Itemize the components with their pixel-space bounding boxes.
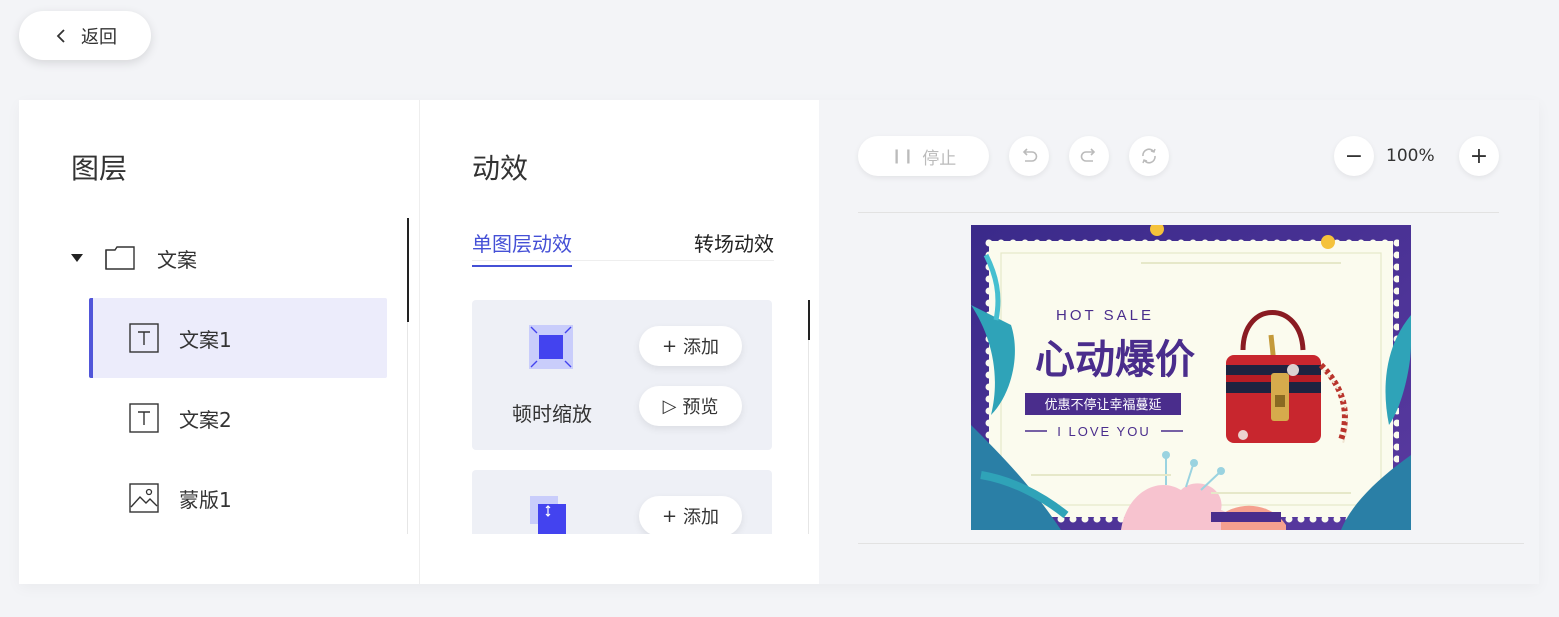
banner-canvas: HOT SALE 心动爆价 优惠不停让幸福蔓延 I LOVE YOU xyxy=(971,225,1411,530)
pause-icon: ❙❙ xyxy=(890,148,915,164)
redo-button[interactable] xyxy=(1069,136,1109,176)
effects-list: 顿时缩放 + 添加 ▷ 预览 + 添加 xyxy=(472,300,772,534)
undo-icon xyxy=(1022,148,1038,162)
zoom-out-button[interactable]: − xyxy=(1334,136,1374,176)
add-label: 添加 xyxy=(683,337,720,358)
caret-down-icon[interactable] xyxy=(71,254,83,262)
layer-folder[interactable]: 文案 xyxy=(71,238,197,278)
effects-title: 动效 xyxy=(472,152,529,185)
tab-transition[interactable]: 转场动效 xyxy=(694,228,774,265)
plus-icon: + xyxy=(661,505,678,527)
folder-icon xyxy=(105,246,135,270)
zoom-level: 100% xyxy=(1386,146,1435,166)
back-label: 返回 xyxy=(81,26,117,48)
play-icon: ▷ xyxy=(662,395,677,417)
minus-icon: − xyxy=(1344,143,1364,169)
preview-panel: ❙❙ 停止 − 100% + HOT SALE 心动爆价 优惠不停让幸福蔓延 I… xyxy=(819,100,1539,584)
effect-card: + 添加 xyxy=(472,470,772,534)
stop-label: 停止 xyxy=(922,148,957,169)
image-icon xyxy=(129,483,159,513)
bottom-divider xyxy=(858,543,1524,544)
layers-scrollbar[interactable] xyxy=(407,218,409,322)
banner-image: HOT SALE 心动爆价 优惠不停让幸福蔓延 I LOVE YOU xyxy=(971,225,1411,530)
effects-scrollbar[interactable] xyxy=(808,300,810,340)
layer-item-label: 文案1 xyxy=(179,327,232,352)
refresh-button[interactable] xyxy=(1129,136,1169,176)
effect-name: 顿时缩放 xyxy=(512,402,592,426)
chevron-left-icon xyxy=(53,28,69,44)
undo-button[interactable] xyxy=(1009,136,1049,176)
layer-item-mask-1[interactable]: 蒙版1 xyxy=(89,458,387,538)
layers-panel: 图层 文案 文案1 文案2 蒙版1 xyxy=(19,100,419,584)
banner-tagline: 优惠不停让幸福蔓延 xyxy=(1044,397,1161,413)
effect-card: 顿时缩放 + 添加 ▷ 预览 xyxy=(472,300,772,450)
preview-label: 预览 xyxy=(682,397,719,418)
editor-card: 图层 文案 文案1 文案2 蒙版1 动效 单图层动效 转场动效 顿时缩放 + 添… xyxy=(19,100,1539,584)
slide-effect-icon xyxy=(530,496,566,534)
banner-headline: 心动爆价 xyxy=(1035,337,1195,383)
banner-love: I LOVE YOU xyxy=(1057,424,1150,439)
layers-title: 图层 xyxy=(71,152,128,185)
add-effect-button[interactable]: + 添加 xyxy=(639,496,742,534)
redo-icon xyxy=(1080,148,1096,162)
layer-item-text-2[interactable]: 文案2 xyxy=(89,378,387,458)
banner-hot-sale: HOT SALE xyxy=(1056,307,1154,324)
plus-icon: + xyxy=(1469,143,1489,169)
stop-button[interactable]: ❙❙ 停止 xyxy=(858,136,989,176)
preview-effect-button[interactable]: ▷ 预览 xyxy=(639,386,742,426)
layer-item-label: 文案2 xyxy=(179,407,232,432)
scale-effect-icon xyxy=(529,325,573,369)
back-button[interactable]: 返回 xyxy=(19,11,151,60)
zoom-in-button[interactable]: + xyxy=(1459,136,1499,176)
add-effect-button[interactable]: + 添加 xyxy=(639,326,742,366)
refresh-icon xyxy=(1142,148,1156,164)
folder-label: 文案 xyxy=(157,247,197,272)
text-icon xyxy=(129,403,159,433)
text-icon xyxy=(129,323,159,353)
effects-panel: 动效 单图层动效 转场动效 顿时缩放 + 添加 ▷ 预览 + 添加 xyxy=(419,100,819,584)
effects-tabs: 单图层动效 转场动效 xyxy=(472,228,774,267)
layer-item-label: 蒙版1 xyxy=(179,487,232,512)
tab-single-layer[interactable]: 单图层动效 xyxy=(472,228,572,267)
top-divider xyxy=(858,212,1499,213)
plus-icon: + xyxy=(661,335,678,357)
add-label: 添加 xyxy=(683,507,720,528)
layer-item-text-1[interactable]: 文案1 xyxy=(89,298,387,378)
